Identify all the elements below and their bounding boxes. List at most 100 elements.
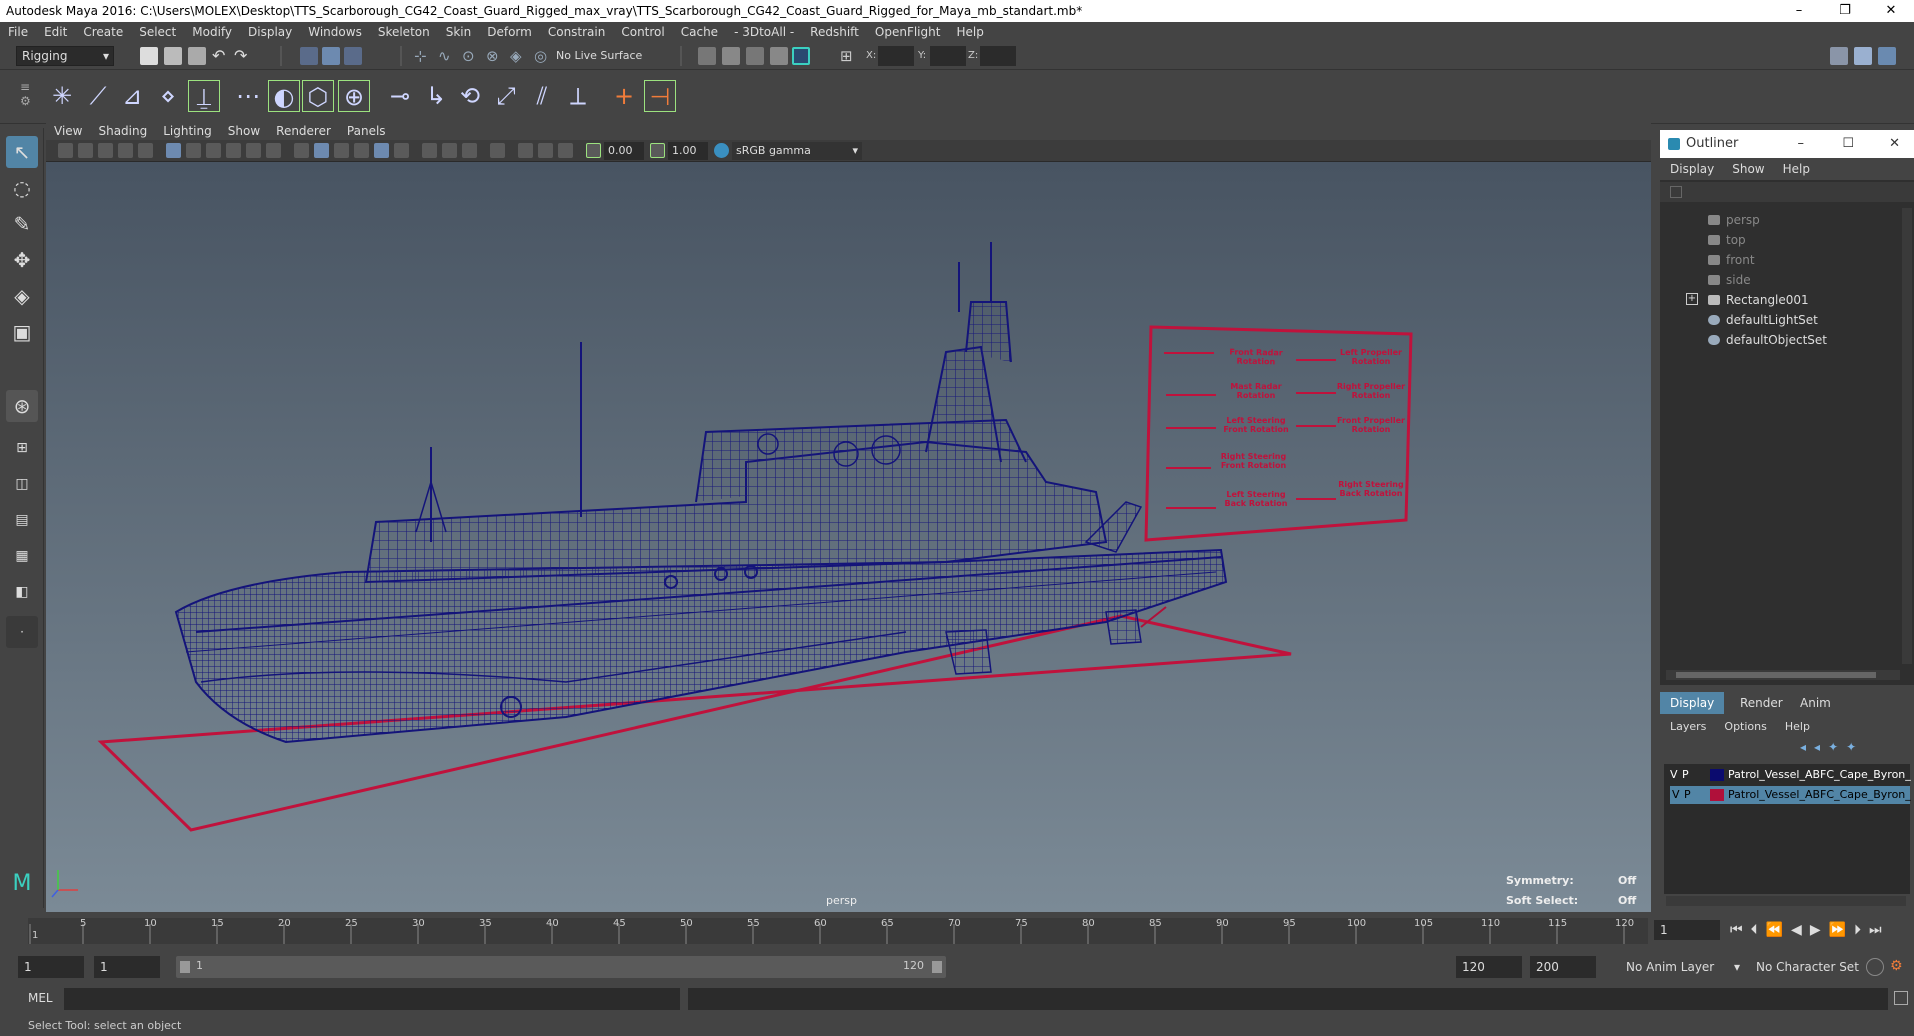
- filter-icon[interactable]: [1670, 186, 1682, 198]
- layer-color-swatch[interactable]: [1710, 769, 1724, 781]
- vp-menu-shading[interactable]: Shading: [98, 124, 147, 138]
- toolbox-expand-icon[interactable]: ·: [6, 616, 38, 648]
- wrap-icon[interactable]: ⬡: [302, 80, 334, 112]
- outliner-vscrollbar[interactable]: [1902, 208, 1912, 664]
- layer-menu-options[interactable]: Options: [1724, 720, 1766, 733]
- menu-control[interactable]: Control: [621, 25, 664, 39]
- menu-constrain[interactable]: Constrain: [548, 25, 606, 39]
- playback-start-field[interactable]: 1: [94, 956, 160, 978]
- cluster-icon[interactable]: ⋯: [232, 80, 264, 112]
- ik-spline-icon[interactable]: ⊿: [116, 80, 148, 112]
- sculpt-deformer-icon[interactable]: ⊕: [338, 80, 370, 112]
- smooth-shade-icon[interactable]: [314, 143, 329, 158]
- outliner-item-defaultobjectset[interactable]: defaultObjectSet: [1660, 330, 1900, 350]
- menu-help[interactable]: Help: [956, 25, 983, 39]
- film-gate-icon[interactable]: [186, 143, 201, 158]
- vp-menu-renderer[interactable]: Renderer: [276, 124, 331, 138]
- rig-label-front-radar[interactable]: Front Radar Rotation: [1221, 347, 1291, 367]
- time-ruler[interactable]: 1 5 10 15 20 25 30 35 40 45 50 55 60 65 …: [28, 918, 1648, 944]
- outliner-item-rectangle001[interactable]: + Rectangle001: [1660, 290, 1900, 310]
- lattice-icon[interactable]: ◐: [268, 80, 300, 112]
- select-hierarchy-icon[interactable]: [300, 47, 318, 65]
- rig-label-mast-radar[interactable]: Mast Radar Rotation: [1221, 382, 1291, 400]
- outliner-search-input[interactable]: [1660, 182, 1914, 202]
- grid-icon[interactable]: [166, 143, 181, 158]
- render-view-icon[interactable]: [698, 47, 716, 65]
- image-plane-icon[interactable]: [118, 143, 133, 158]
- undo-icon[interactable]: ↶: [212, 47, 230, 65]
- outliner-item-side[interactable]: side: [1660, 270, 1900, 290]
- menu-skeleton[interactable]: Skeleton: [378, 25, 430, 39]
- step-back-icon[interactable]: ⏴: [1751, 922, 1758, 938]
- shelf-options-icon[interactable]: ≡ ⚙: [20, 80, 31, 114]
- tab-render[interactable]: Render: [1730, 692, 1793, 714]
- viewport-persp[interactable]: Front Radar Rotation Left Propeller Rota…: [46, 162, 1651, 912]
- vp-menu-lighting[interactable]: Lighting: [163, 124, 212, 138]
- field-chart-icon[interactable]: [246, 143, 261, 158]
- step-back-key-icon[interactable]: ⏪: [1766, 922, 1783, 938]
- pole-vector-icon[interactable]: ⟂: [562, 80, 594, 112]
- new-layer-selected-icon[interactable]: ✦: [1846, 740, 1864, 754]
- vp-menu-show[interactable]: Show: [228, 124, 260, 138]
- range-slider[interactable]: 1 120: [176, 956, 946, 978]
- rig-slider-right-steering-back[interactable]: [1296, 498, 1336, 500]
- close-button[interactable]: ✕: [1868, 0, 1914, 22]
- channel-box-icon[interactable]: [1878, 47, 1896, 65]
- bookmark-icon[interactable]: [98, 143, 113, 158]
- xray-icon[interactable]: [354, 143, 369, 158]
- menu-edit[interactable]: Edit: [44, 25, 67, 39]
- current-frame-field[interactable]: 1: [1654, 920, 1720, 940]
- rig-label-right-propeller[interactable]: Right Propeller Rotation: [1336, 382, 1406, 400]
- end-time-field[interactable]: 200: [1530, 956, 1596, 978]
- step-forward-icon[interactable]: ⏵: [1854, 922, 1861, 938]
- x-field[interactable]: [878, 46, 914, 66]
- rig-label-left-propeller[interactable]: Left Propeller Rotation: [1336, 348, 1406, 366]
- y-field[interactable]: [930, 46, 966, 66]
- rotate-tool-icon[interactable]: ◈: [6, 280, 38, 312]
- move-tool-icon[interactable]: ✥: [6, 244, 38, 276]
- parent-constraint-icon[interactable]: ⫽: [526, 80, 558, 112]
- save-scene-icon[interactable]: [188, 47, 206, 65]
- outliner-item-front[interactable]: front: [1660, 250, 1900, 270]
- scale-constraint-icon[interactable]: ⤢: [490, 80, 522, 112]
- snap-surface-icon[interactable]: ◈: [510, 47, 528, 65]
- xray-components-icon[interactable]: [538, 143, 553, 158]
- outliner-menu-display[interactable]: Display: [1670, 162, 1714, 176]
- play-back-icon[interactable]: ◀: [1791, 922, 1802, 938]
- start-time-field[interactable]: 1: [18, 956, 84, 978]
- create-joint-icon[interactable]: ✳: [46, 80, 78, 112]
- anti-aliasing-icon[interactable]: [462, 143, 477, 158]
- rig-label-right-steering-back[interactable]: Right Steering Back Rotation: [1331, 480, 1411, 498]
- backface-icon[interactable]: [558, 143, 573, 158]
- minimize-button[interactable]: –: [1776, 0, 1822, 22]
- animation-prefs-icon[interactable]: ⚙: [1890, 958, 1903, 974]
- modeling-toolkit-icon[interactable]: [1830, 47, 1848, 65]
- locator-constrain-icon[interactable]: ⊣: [644, 80, 676, 112]
- menu-modify[interactable]: Modify: [192, 25, 232, 39]
- 2d-pan-icon[interactable]: [138, 143, 153, 158]
- snap-point-icon[interactable]: ⊙: [462, 47, 480, 65]
- open-scene-icon[interactable]: [164, 47, 182, 65]
- lasso-tool-icon[interactable]: ◌: [6, 172, 38, 204]
- ipr-render-icon[interactable]: [746, 47, 764, 65]
- time-slider[interactable]: 1 5 10 15 20 25 30 35 40 45 50 55 60 65 …: [0, 912, 1914, 950]
- default-lighting-icon[interactable]: [374, 143, 389, 158]
- rig-slider-right-steering-front[interactable]: [1166, 467, 1211, 469]
- menu-set-dropdown[interactable]: Rigging ▾: [16, 46, 114, 66]
- locator-icon[interactable]: +: [608, 80, 640, 112]
- play-forward-icon[interactable]: ▶: [1810, 922, 1821, 938]
- layout-four-icon[interactable]: ⊞: [6, 432, 38, 464]
- expand-icon[interactable]: +: [1686, 293, 1698, 305]
- layer-menu-help[interactable]: Help: [1785, 720, 1810, 733]
- outliner-item-top[interactable]: top: [1660, 230, 1900, 250]
- snap-curve-icon[interactable]: ∿: [438, 47, 456, 65]
- render-current-icon[interactable]: [722, 47, 740, 65]
- auto-key-icon[interactable]: [1866, 958, 1884, 976]
- layer-row-selected[interactable]: V P Patrol_Vessel_ABFC_Cape_Byron_: [1670, 786, 1911, 804]
- resolution-gate-icon[interactable]: [206, 143, 221, 158]
- z-field[interactable]: [980, 46, 1016, 66]
- character-set-dropdown[interactable]: No Character Set: [1750, 956, 1862, 978]
- exposure-field[interactable]: 0.00: [604, 142, 644, 160]
- minimize-icon[interactable]: –: [1798, 130, 1805, 158]
- rig-slider-left-propeller[interactable]: [1296, 359, 1336, 361]
